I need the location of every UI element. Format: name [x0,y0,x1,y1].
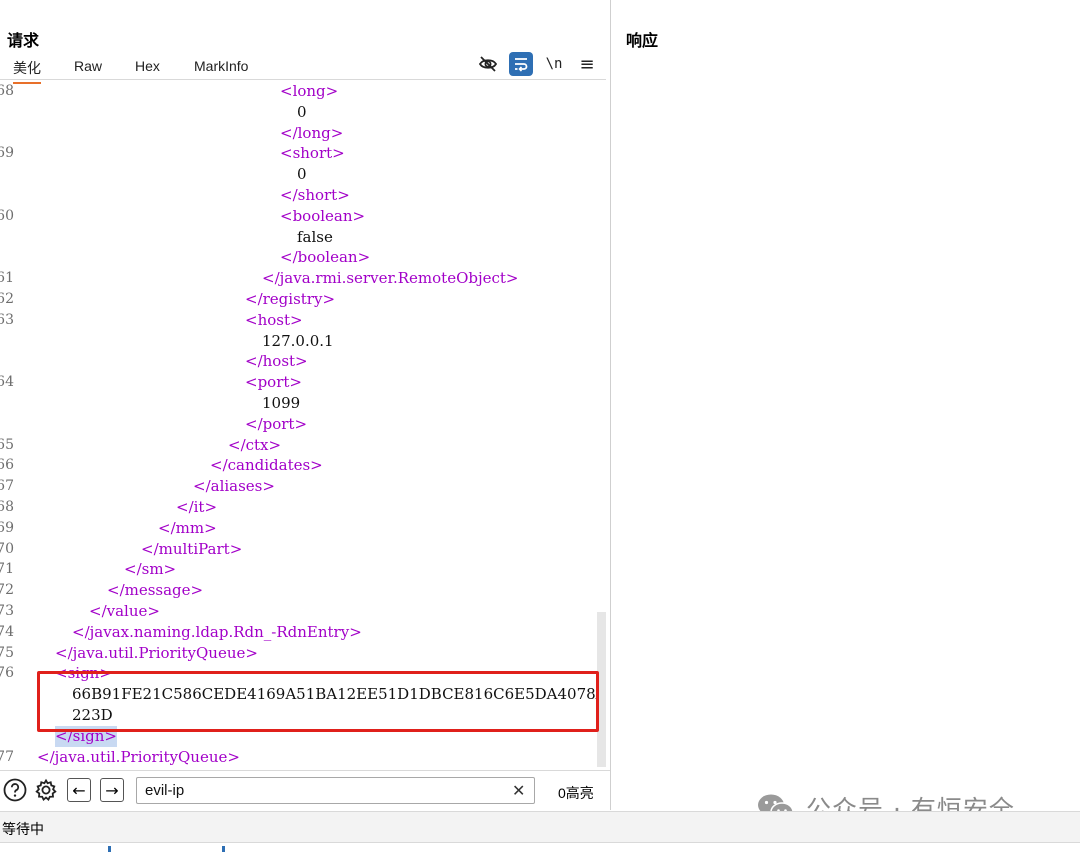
tab-markinfo[interactable]: MarkInfo [194,58,248,78]
xml-tag: </registry> [245,290,336,308]
panel-divider[interactable] [610,0,611,810]
highlight-annotation-box [37,671,599,732]
menu-icon[interactable]: ≡ [575,52,599,76]
line-number [0,726,14,747]
xml-tag: </port> [245,415,308,433]
line-number [0,684,14,705]
tab-hex[interactable]: Hex [135,58,160,78]
line-number [0,185,14,206]
help-icon[interactable] [2,777,28,803]
xml-tag: </it> [176,498,218,516]
line-number: 62 [0,291,14,307]
xml-tag: </message> [107,581,204,599]
status-text: 等待中 [2,822,44,838]
xml-tag: </multiPart> [141,540,243,558]
search-input[interactable]: evil-ip [136,777,535,804]
line-number [0,102,14,123]
line-number [0,247,14,268]
line-number: 67 [0,478,14,494]
xml-tag: </mm> [158,519,217,537]
show-newlines-button[interactable]: \n [542,52,566,76]
tab-raw[interactable]: Raw [74,58,102,78]
line-number: 70 [0,541,14,557]
xml-tag: </value> [89,602,160,620]
xml-tag: <boolean> [280,207,366,225]
code-editor[interactable]: 68 <long> 0 </long> 69 <short> 0 </short> 60 <boo… [0,81,606,769]
line-number: 69 [0,145,14,161]
line-number [0,393,14,414]
xml-tag: </java.rmi.server.RemoteObject> [262,269,519,287]
xml-tag: </candidates> [210,456,323,474]
line-number [0,414,14,435]
line-number: 68 [0,83,14,99]
previous-match-button[interactable]: ← [67,778,91,802]
line-number [0,227,14,248]
line-number: 61 [0,270,14,286]
xml-tag: </sm> [124,560,177,578]
line-number: 75 [0,645,14,661]
line-number [0,705,14,726]
line-number: 60 [0,208,14,224]
xml-value: 127.0.0.1 [262,332,334,350]
xml-tag: </aliases> [193,477,275,495]
request-title: 请求 [7,31,40,50]
bottom-strip [0,842,1080,852]
search-bar: ← → evil-ip ✕ 0高亮 [0,770,610,810]
xml-tag: </host> [245,352,308,370]
xml-tag: <short> [280,144,345,162]
bottom-marker [222,846,225,852]
wrap-lines-icon[interactable] [509,52,533,76]
next-match-button[interactable]: → [100,778,124,802]
xml-tag: <host> [245,311,303,329]
response-title: 响应 [626,31,659,50]
xml-value: 1099 [262,394,301,412]
line-number: 72 [0,582,14,598]
line-number [0,123,14,144]
line-number [0,164,14,185]
hide-eye-icon[interactable] [476,52,500,76]
line-number: 64 [0,374,14,390]
xml-tag: <long> [280,82,339,100]
bottom-marker [108,846,111,852]
line-number: 66 [0,457,14,473]
xml-tag: </long> [280,124,344,142]
xml-value: 0 [297,103,307,121]
line-number: 69 [0,520,14,536]
line-number: 65 [0,437,14,453]
xml-tag: </short> [280,186,350,204]
clear-search-icon[interactable]: ✕ [512,781,525,800]
status-bar: 等待中 [0,811,1080,842]
line-number: 77 [0,749,14,765]
xml-value: false [297,228,333,246]
line-number [0,351,14,372]
line-number: 63 [0,312,14,328]
xml-tag: </java.util.PriorityQueue> [37,748,240,766]
line-number [0,331,14,352]
request-panel: 请求 美化 Raw Hex MarkInfo \n ≡ 68 <long> 0 </l… [0,0,610,810]
settings-gear-icon[interactable] [33,777,59,803]
xml-tag: </java.util.PriorityQueue> [55,644,258,662]
line-number: 73 [0,603,14,619]
xml-tag: </javax.naming.ldap.Rdn_-RdnEntry> [72,623,362,641]
line-number: 71 [0,561,14,577]
xml-tag: <port> [245,373,302,391]
xml-tag: </ctx> [228,436,282,454]
line-number: 74 [0,624,14,640]
xml-tag: </boolean> [280,248,371,266]
xml-value: 0 [297,165,307,183]
line-number: 68 [0,499,14,515]
highlight-count: 0高亮 [558,785,594,801]
line-number: 76 [0,665,14,681]
